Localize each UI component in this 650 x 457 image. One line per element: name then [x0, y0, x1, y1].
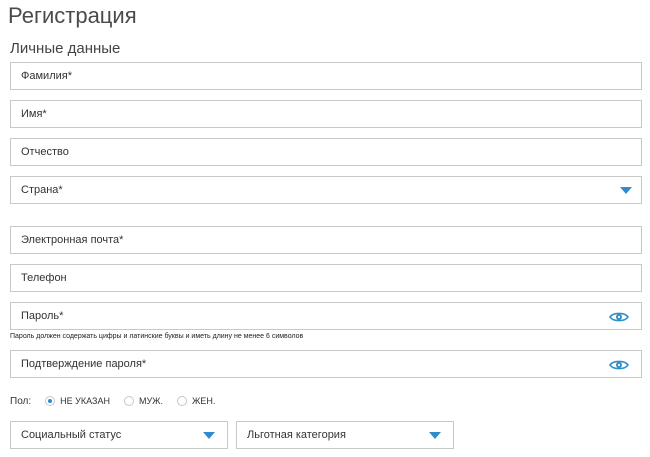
- password-confirm-input[interactable]: [11, 351, 641, 377]
- last-name-input[interactable]: [11, 63, 641, 89]
- password-hint: Пароль должен содержать цифры и латински…: [10, 333, 304, 340]
- eye-icon[interactable]: [609, 359, 629, 371]
- gender-option-label: МУЖ.: [138, 396, 163, 406]
- email-input[interactable]: [11, 227, 641, 253]
- page-title: Регистрация: [8, 3, 137, 28]
- gender-option-unspecified[interactable]: НЕ УКАЗАН: [45, 396, 110, 406]
- chevron-down-icon: [620, 187, 632, 194]
- patronymic-field[interactable]: [10, 138, 642, 166]
- social-status-label: Социальный статус: [21, 429, 122, 441]
- chevron-down-icon: [429, 432, 441, 439]
- benefit-category-select[interactable]: Льготная категория: [236, 421, 454, 449]
- email-field[interactable]: [10, 226, 642, 254]
- radio-checked-icon[interactable]: [45, 396, 56, 406]
- phone-input[interactable]: [11, 265, 641, 291]
- gender-row: Пол: НЕ УКАЗАН МУЖ. ЖЕН.: [10, 393, 229, 409]
- phone-field[interactable]: [10, 264, 642, 292]
- first-name-input[interactable]: [11, 101, 641, 127]
- last-name-field[interactable]: [10, 62, 642, 90]
- password-field[interactable]: [10, 302, 642, 330]
- benefit-category-label: Льготная категория: [247, 429, 346, 441]
- social-status-select[interactable]: Социальный статус: [10, 421, 228, 449]
- gender-option-label: ЖЕН.: [192, 396, 216, 406]
- gender-label: Пол:: [10, 395, 32, 407]
- country-select-label: Страна*: [21, 184, 63, 196]
- section-title: Личные данные: [10, 40, 121, 57]
- gender-option-label: НЕ УКАЗАН: [60, 396, 110, 406]
- patronymic-input[interactable]: [11, 139, 641, 165]
- radio-icon[interactable]: [123, 396, 134, 406]
- gender-option-female[interactable]: ЖЕН.: [177, 396, 215, 406]
- first-name-field[interactable]: [10, 100, 642, 128]
- chevron-down-icon: [203, 432, 215, 439]
- password-input[interactable]: [11, 303, 641, 329]
- radio-icon[interactable]: [177, 396, 187, 406]
- password-confirm-field[interactable]: [10, 350, 642, 378]
- country-select[interactable]: Страна*: [10, 176, 642, 204]
- gender-option-male[interactable]: МУЖ.: [123, 396, 163, 406]
- eye-icon[interactable]: [609, 311, 629, 323]
